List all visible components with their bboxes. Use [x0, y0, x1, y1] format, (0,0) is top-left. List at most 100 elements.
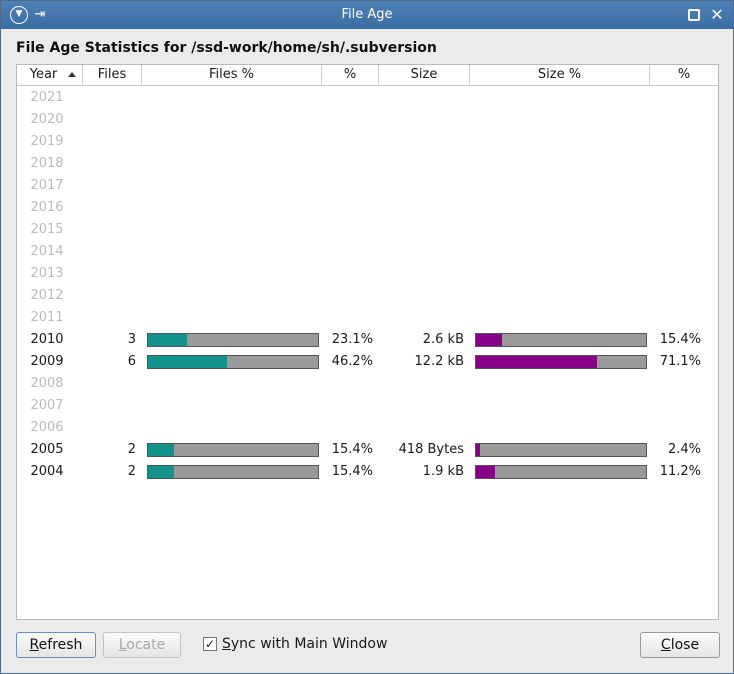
table-row[interactable]: 2007: [17, 395, 718, 417]
size-cell: [379, 241, 464, 263]
table-row[interactable]: 2018: [17, 153, 718, 175]
table-row[interactable]: 2019: [17, 131, 718, 153]
table-row[interactable]: 2011: [17, 307, 718, 329]
files-percent-cell: 15.4%: [331, 464, 373, 479]
size-cell: [379, 307, 464, 329]
files-count-cell: [78, 417, 136, 439]
size-percent-bar-fill: [476, 466, 496, 478]
size-cell: 2.6 kB: [422, 332, 464, 347]
files-count-cell: [78, 307, 136, 329]
table-row[interactable]: 2015: [17, 219, 718, 241]
locate-button[interactable]: Locate: [103, 632, 181, 658]
files-percent-cell: [320, 417, 373, 439]
refresh-label: efresh: [38, 637, 83, 653]
table-row[interactable]: 2013: [17, 263, 718, 285]
column-header-size[interactable]: Size: [379, 65, 470, 85]
files-percent-bar-fill: [148, 356, 227, 368]
files-count-cell: [78, 395, 136, 417]
table-row[interactable]: 2021: [17, 87, 718, 109]
files-percent-cell: [320, 263, 373, 285]
table-row[interactable]: 2004 2 15.4% 1.9 kB 11.2%: [17, 461, 718, 483]
column-header-files-percent[interactable]: %: [322, 65, 379, 85]
size-percent-cell: [649, 241, 701, 263]
size-percent-cell: [649, 373, 701, 395]
table-row[interactable]: 2017: [17, 175, 718, 197]
size-percent-cell: [649, 395, 701, 417]
close-button[interactable]: Close: [640, 632, 720, 658]
files-count-cell: 2: [127, 464, 136, 479]
close-window-icon[interactable]: ✕: [708, 6, 726, 24]
files-percent-cell: 23.1%: [331, 332, 373, 347]
files-percent-bar: [147, 465, 319, 479]
size-cell: [379, 131, 464, 153]
column-header-label: Year: [29, 67, 58, 82]
files-count-cell: [78, 373, 136, 395]
sync-mnemonic: S: [222, 636, 231, 652]
file-age-table[interactable]: Year Files Files % % Size Size % % 2021 2…: [16, 64, 719, 620]
files-count-cell: [78, 241, 136, 263]
size-percent-bar: [475, 465, 647, 479]
size-percent-cell: [649, 307, 701, 329]
year-cell: 2008: [30, 376, 64, 391]
year-cell: 2006: [30, 420, 64, 435]
sync-checkbox-box[interactable]: ✓: [203, 637, 217, 651]
size-cell: [379, 417, 464, 439]
column-header-size-percent-bar[interactable]: Size %: [470, 65, 650, 85]
column-header-files-percent-bar[interactable]: Files %: [142, 65, 322, 85]
sync-label-text: ync with Main Window: [230, 636, 388, 652]
files-count-cell: [78, 153, 136, 175]
column-header-year[interactable]: Year: [17, 65, 83, 85]
size-percent-cell: [649, 417, 701, 439]
files-percent-bar: [147, 443, 319, 457]
files-percent-cell: [320, 87, 373, 109]
files-percent-cell: [320, 373, 373, 395]
table-row[interactable]: 2006: [17, 417, 718, 439]
table-row[interactable]: 2012: [17, 285, 718, 307]
table-row[interactable]: 2008: [17, 373, 718, 395]
size-percent-cell: [649, 197, 701, 219]
table-row[interactable]: 2005 2 15.4% 418 Bytes 2.4%: [17, 439, 718, 461]
files-percent-bar-fill: [148, 334, 188, 346]
files-count-cell: [78, 131, 136, 153]
files-count-cell: 2: [127, 442, 136, 457]
size-cell: [379, 263, 464, 285]
table-row[interactable]: 2009 6 46.2% 12.2 kB 71.1%: [17, 351, 718, 373]
files-count-cell: [78, 263, 136, 285]
size-percent-cell: 15.4%: [659, 332, 701, 347]
table-row[interactable]: 2010 3 23.1% 2.6 kB 15.4%: [17, 329, 718, 351]
size-cell: [379, 285, 464, 307]
table-row[interactable]: 2020: [17, 109, 718, 131]
size-percent-bar: [475, 355, 647, 369]
files-percent-cell: [320, 197, 373, 219]
file-age-window: ▼ ⇥ File Age ✕ File Age Statistics for /…: [0, 0, 734, 674]
size-percent-cell: [649, 285, 701, 307]
year-cell: 2009: [30, 354, 64, 369]
year-cell: 2011: [30, 310, 64, 325]
files-percent-bar: [147, 333, 319, 347]
year-cell: 2014: [30, 244, 64, 259]
refresh-mnemonic: R: [29, 637, 39, 653]
title-bar: ▼ ⇥ File Age ✕: [1, 1, 733, 29]
refresh-button[interactable]: Refresh: [16, 632, 96, 658]
year-cell: 2015: [30, 222, 64, 237]
page-title: File Age Statistics for /ssd-work/home/s…: [16, 40, 437, 56]
year-cell: 2017: [30, 178, 64, 193]
size-cell: 12.2 kB: [414, 354, 464, 369]
size-cell: [379, 87, 464, 109]
year-cell: 2020: [30, 112, 64, 127]
column-header-size-percent[interactable]: %: [650, 65, 718, 85]
table-row[interactable]: 2014: [17, 241, 718, 263]
sync-checkbox-label: Sync with Main Window: [222, 636, 387, 653]
maximize-icon[interactable]: [685, 6, 703, 24]
year-cell: 2019: [30, 134, 64, 149]
files-percent-cell: [320, 175, 373, 197]
files-percent-bar: [147, 355, 319, 369]
files-percent-cell: [320, 153, 373, 175]
files-percent-cell: [320, 131, 373, 153]
table-row[interactable]: 2016: [17, 197, 718, 219]
year-cell: 2018: [30, 156, 64, 171]
files-count-cell: [78, 219, 136, 241]
column-header-files[interactable]: Files: [83, 65, 142, 85]
size-cell: [379, 373, 464, 395]
size-percent-cell: [649, 175, 701, 197]
